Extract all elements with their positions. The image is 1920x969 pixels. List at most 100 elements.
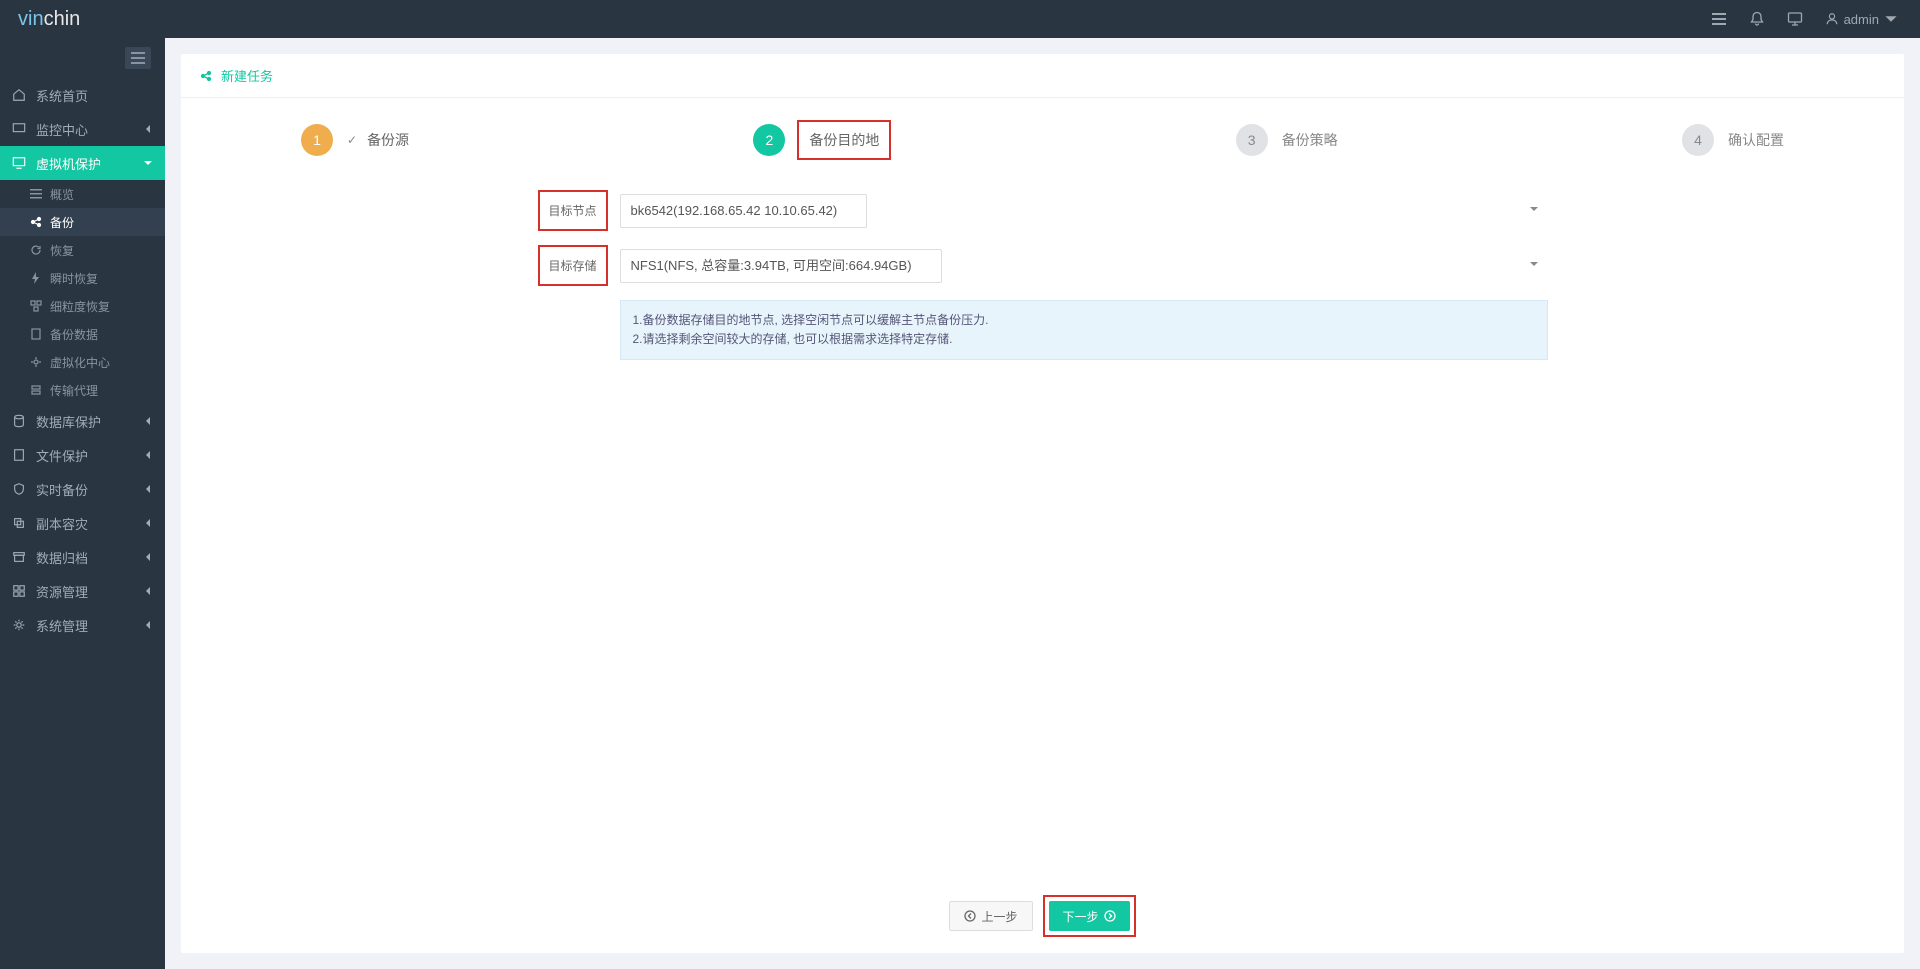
share-icon [199,69,213,83]
desktop-icon [12,156,26,170]
prev-label: 上一步 [981,908,1017,925]
submenu-overview[interactable]: 概览 [0,180,165,208]
gear-icon [30,356,42,368]
sidebar-item-label: 数据库保护 [36,412,101,431]
cubes-icon [30,300,42,312]
sidebar-item-system[interactable]: 系统管理 [0,608,165,642]
step-number: 1 [301,124,333,156]
copy-icon [12,516,26,530]
page-title: 新建任务 [221,66,273,85]
arrow-right-circle-icon [1104,910,1116,922]
submenu-label: 恢复 [50,242,74,259]
bell-icon[interactable] [1739,0,1775,38]
submenu-label: 概览 [50,186,74,203]
sidebar-item-file-protect[interactable]: 文件保护 [0,438,165,472]
sidebar-item-resource[interactable]: 资源管理 [0,574,165,608]
sidebar-item-label: 数据归档 [36,548,88,567]
submenu-backup-data[interactable]: 备份数据 [0,320,165,348]
step-label: 备份策略 [1282,130,1338,150]
sidebar: 系统首页 监控中心 虚拟机保护 概览 备份 [0,38,165,969]
sidebar-item-vm-protect[interactable]: 虚拟机保护 [0,146,165,180]
submenu-label: 虚拟化中心 [50,354,110,371]
sidebar-item-realtime-backup[interactable]: 实时备份 [0,472,165,506]
database-icon [12,414,26,428]
submenu-backup[interactable]: 备份 [0,208,165,236]
file-icon [12,448,26,462]
chevron-down-icon [1884,12,1898,26]
chevron-left-icon [143,586,153,596]
sidebar-item-archive[interactable]: 数据归档 [0,540,165,574]
step-number: 3 [1236,124,1268,156]
brand-logo: vinchin [18,8,80,31]
sidebar-item-label: 系统管理 [36,616,88,635]
user-icon [1825,12,1839,26]
sidebar-toggle-button[interactable] [125,47,151,69]
sidebar-item-label: 资源管理 [36,582,88,601]
hint-box: 1.备份数据存储目的地节点, 选择空闲节点可以缓解主节点备份压力. 2.请选择剩… [620,300,1548,360]
user-menu[interactable]: admin [1815,12,1908,27]
submenu-label: 传输代理 [50,382,98,399]
submenu-transfer-agent[interactable]: 传输代理 [0,376,165,404]
submenu-instant-restore[interactable]: 瞬时恢复 [0,264,165,292]
sidebar-item-home[interactable]: 系统首页 [0,78,165,112]
submenu-granular-restore[interactable]: 细粒度恢复 [0,292,165,320]
chevron-left-icon [143,450,153,460]
submenu-label: 瞬时恢复 [50,270,98,287]
sidebar-item-label: 实时备份 [36,480,88,499]
submenu-label: 备份 [50,214,74,231]
chevron-left-icon [143,416,153,426]
step-label: 确认配置 [1728,130,1784,150]
file-icon [30,328,42,340]
tasks-icon[interactable] [1701,0,1737,38]
wizard-steps: 1 ✓ 备份源 2 备份目的地 3 备份策略 4 确认配置 [211,120,1874,190]
share-icon [30,216,42,228]
arrow-left-circle-icon [964,910,976,922]
step-2: 2 备份目的地 [753,120,891,160]
chevron-left-icon [143,552,153,562]
user-name: admin [1844,12,1879,27]
target-storage-label: 目标存储 [538,245,608,286]
chevron-left-icon [143,518,153,528]
prev-button[interactable]: 上一步 [949,901,1032,931]
grid-icon [12,584,26,598]
step-1: 1 ✓ 备份源 [301,124,409,156]
bolt-icon [30,272,42,284]
next-label: 下一步 [1063,908,1099,925]
step-label: 备份源 [367,130,409,150]
chevron-left-icon [143,620,153,630]
sidebar-item-monitor[interactable]: 监控中心 [0,112,165,146]
step-4: 4 确认配置 [1682,124,1784,156]
submenu-label: 细粒度恢复 [50,298,110,315]
target-storage-select[interactable]: NFS1(NFS, 总容量:3.94TB, 可用空间:664.94GB) [620,249,942,283]
sidebar-item-label: 虚拟机保护 [36,154,101,173]
chevron-down-icon [143,158,153,168]
sidebar-item-label: 副本容灾 [36,514,88,533]
monitor-icon[interactable] [1777,0,1813,38]
next-button[interactable]: 下一步 [1049,901,1130,931]
step-number: 2 [753,124,785,156]
target-node-label: 目标节点 [538,190,608,231]
server-icon [30,384,42,396]
sidebar-item-label: 监控中心 [36,120,88,139]
hint-line-1: 1.备份数据存储目的地节点, 选择空闲节点可以缓解主节点备份压力. [633,311,1535,330]
chevron-left-icon [143,124,153,134]
submenu-virt-center[interactable]: 虚拟化中心 [0,348,165,376]
submenu-restore[interactable]: 恢复 [0,236,165,264]
gear-icon [12,618,26,632]
shield-icon [12,482,26,496]
monitor-icon [12,122,26,136]
step-number: 4 [1682,124,1714,156]
hint-line-2: 2.请选择剩余空间较大的存储, 也可以根据需求选择特定存储. [633,330,1535,349]
sidebar-item-label: 文件保护 [36,446,88,465]
chevron-left-icon [143,484,153,494]
refresh-icon [30,244,42,256]
archive-icon [12,550,26,564]
submenu-label: 备份数据 [50,326,98,343]
check-icon: ✓ [347,133,357,147]
target-node-select[interactable]: bk6542(192.168.65.42 10.10.65.42) [620,194,867,228]
sidebar-item-replica-dr[interactable]: 副本容灾 [0,506,165,540]
sidebar-item-db-protect[interactable]: 数据库保护 [0,404,165,438]
list-icon [30,188,42,200]
step-3: 3 备份策略 [1236,124,1338,156]
page-header: 新建任务 [181,54,1904,98]
